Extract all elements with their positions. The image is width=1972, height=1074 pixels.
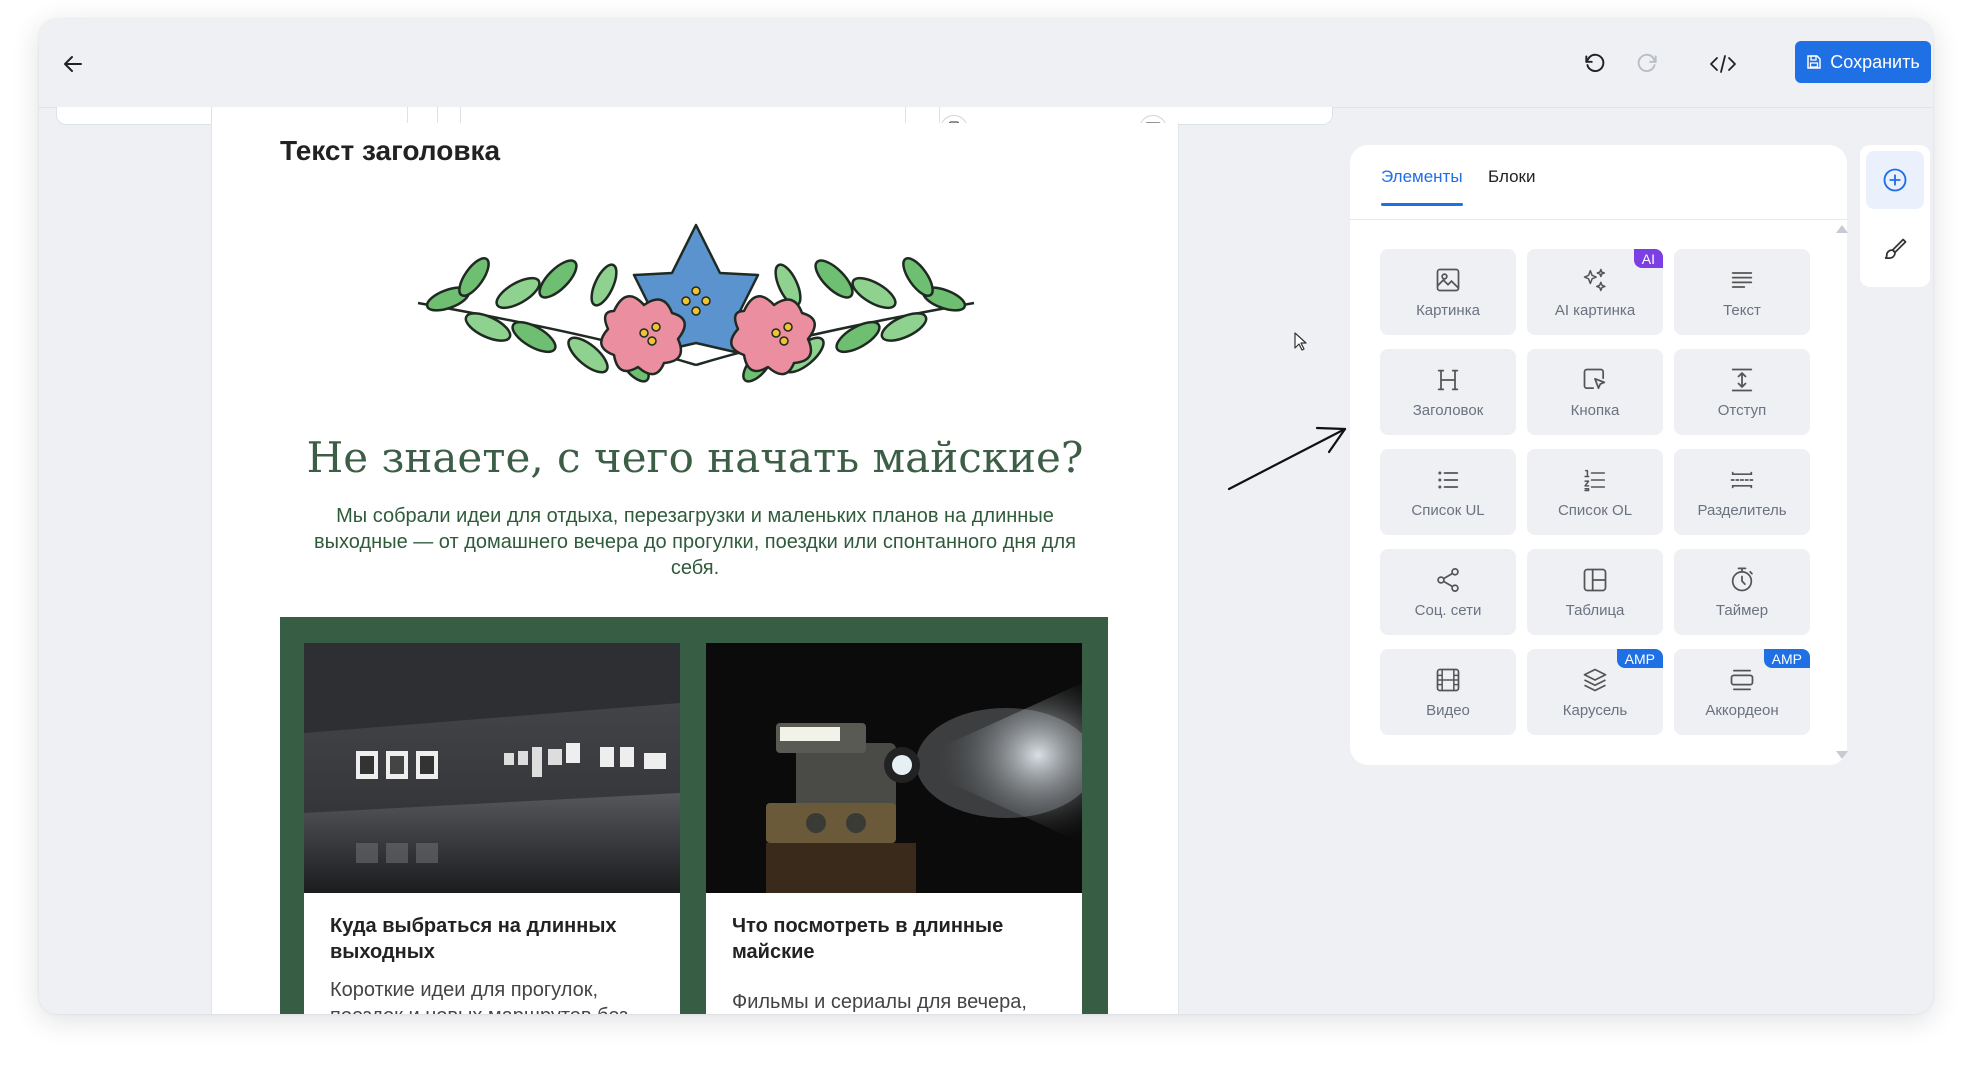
article-text[interactable]: Короткие идеи для прогулок, поездок и но… — [330, 977, 660, 1014]
save-label: Сохранить — [1830, 51, 1920, 72]
email-lead-text[interactable]: Мы собрали идеи для отдыха, перезагрузки… — [302, 503, 1088, 581]
element-spacer[interactable]: Отступ — [1674, 349, 1810, 435]
article-title[interactable]: Что посмотреть в длинные майские — [732, 913, 1062, 965]
element-label: Кнопка — [1570, 401, 1620, 419]
element-label: Разделитель — [1697, 501, 1787, 519]
tabs-divider — [1350, 219, 1847, 220]
element-list-ol[interactable]: Список OL — [1527, 449, 1663, 535]
code-icon — [1710, 55, 1736, 73]
floral-illustration — [417, 223, 975, 383]
element-ai-image[interactable]: AI AI картинка — [1527, 249, 1663, 335]
sparkles-icon — [1583, 268, 1606, 291]
scroll-down-arrow[interactable] — [1836, 751, 1848, 759]
arrow-left-icon — [64, 56, 82, 72]
element-timer[interactable]: Таймер — [1674, 549, 1810, 635]
article-text[interactable]: Фильмы и сериалы для вечера, — [732, 989, 1062, 1014]
brush-icon — [1884, 238, 1907, 260]
redo-icon — [1637, 53, 1657, 72]
undo-button[interactable] — [1577, 46, 1613, 82]
element-divider[interactable]: Разделитель — [1674, 449, 1810, 535]
editor-window: Сохранить Текст заголовка Не знаете, с ч… — [39, 19, 1933, 1014]
top-toolbar: Сохранить — [39, 19, 1933, 108]
element-label: Список UL — [1411, 501, 1485, 519]
video-icon — [1436, 668, 1460, 691]
style-button[interactable] — [1866, 221, 1924, 279]
image-icon — [1436, 268, 1460, 291]
article-title[interactable]: Куда выбраться на длинных выходных — [330, 913, 660, 965]
add-circle-icon — [1883, 168, 1907, 192]
share-icon — [1437, 567, 1459, 592]
article-card[interactable]: Куда выбраться на длинных выходных Корот… — [304, 643, 680, 1014]
element-button[interactable]: Кнопка — [1527, 349, 1663, 435]
accordion-icon — [1730, 669, 1754, 690]
element-video[interactable]: Видео — [1380, 649, 1516, 735]
articles-block[interactable]: Куда выбраться на длинных выходных Корот… — [280, 617, 1108, 1014]
bullet-list-icon — [1438, 470, 1459, 489]
divider-icon — [1730, 471, 1754, 488]
element-label: Аккордеон — [1705, 701, 1779, 719]
element-label: Видео — [1426, 701, 1470, 719]
scroll-up-arrow[interactable] — [1836, 225, 1848, 233]
gallery-photo[interactable] — [304, 643, 680, 893]
element-label: Текст — [1723, 301, 1761, 319]
article-card[interactable]: Что посмотреть в длинные майские Фильмы … — [706, 643, 1082, 1014]
ai-badge: AI — [1633, 249, 1663, 268]
projector-photo[interactable] — [706, 643, 1082, 893]
tab-elements[interactable]: Элементы — [1381, 167, 1463, 206]
element-image[interactable]: Картинка — [1380, 249, 1516, 335]
spacer-icon — [1731, 368, 1753, 391]
table-icon — [1583, 568, 1607, 591]
save-icon — [1807, 55, 1822, 69]
code-view-button[interactable] — [1705, 46, 1741, 82]
save-button[interactable]: Сохранить — [1795, 41, 1931, 83]
element-label: Список OL — [1557, 501, 1633, 519]
element-label: Картинка — [1416, 301, 1480, 319]
button-cursor-icon — [1583, 368, 1606, 389]
heading-icon — [1437, 369, 1459, 390]
element-heading[interactable]: Заголовок — [1380, 349, 1516, 435]
element-label: AI картинка — [1554, 301, 1636, 319]
element-label: Соц. сети — [1414, 601, 1482, 619]
undo-icon — [1585, 53, 1605, 72]
redo-button[interactable] — [1629, 46, 1665, 82]
add-element-button[interactable] — [1866, 151, 1924, 209]
element-text[interactable]: Текст — [1674, 249, 1810, 335]
email-canvas[interactable]: Текст заголовка Не знаете, с чего начать… — [211, 123, 1179, 1014]
element-accordion[interactable]: AMP Аккордеон — [1674, 649, 1810, 735]
text-lines-icon — [1731, 271, 1753, 288]
element-label: Таймер — [1715, 601, 1769, 619]
side-toolbar — [1860, 145, 1930, 287]
numbered-list-icon — [1584, 469, 1606, 491]
element-social[interactable]: Соц. сети — [1380, 549, 1516, 635]
elements-panel: Элементы Блоки Картинка AI AI картинка Т… — [1350, 145, 1848, 765]
amp-badge: AMP — [1616, 649, 1663, 668]
element-label: Отступ — [1717, 401, 1767, 419]
amp-badge: AMP — [1763, 649, 1810, 668]
element-label: Заголовок — [1412, 401, 1484, 419]
element-table[interactable]: Таблица — [1527, 549, 1663, 635]
tab-blocks[interactable]: Блоки — [1488, 167, 1535, 187]
element-list-ul[interactable]: Список UL — [1380, 449, 1516, 535]
element-label: Карусель — [1562, 701, 1628, 719]
email-headline[interactable]: Не знаете, с чего начать майские? — [212, 433, 1178, 482]
back-button[interactable] — [55, 46, 91, 82]
layers-icon — [1583, 668, 1607, 691]
element-label: Таблица — [1565, 601, 1625, 619]
email-title-text[interactable]: Текст заголовка — [280, 135, 500, 167]
element-carousel[interactable]: AMP Карусель — [1527, 649, 1663, 735]
timer-icon — [1731, 566, 1753, 591]
